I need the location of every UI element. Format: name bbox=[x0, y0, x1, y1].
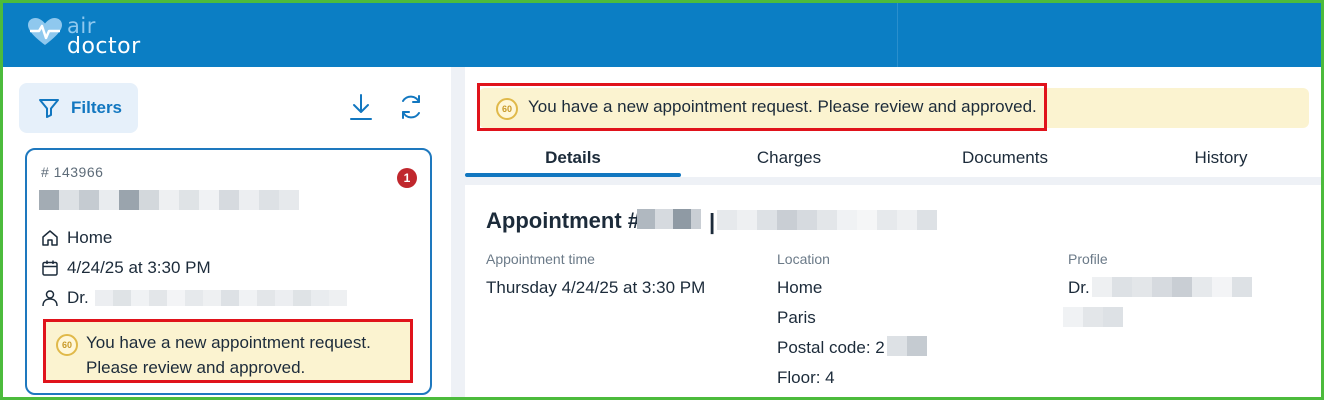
card-datetime-row: 4/24/25 at 3:30 PM bbox=[41, 258, 211, 278]
tabs-divider bbox=[465, 177, 1321, 185]
download-icon[interactable] bbox=[349, 93, 373, 121]
header-divider bbox=[897, 3, 898, 67]
air-doctor-logo[interactable]: air doctor bbox=[27, 14, 167, 59]
appointments-list-panel: Filters # 143966 1 Home 4/24/25 at 3:30 … bbox=[3, 67, 451, 397]
card-datetime: 4/24/25 at 3:30 PM bbox=[67, 258, 211, 277]
profile-doctor-prefix: Dr. bbox=[1068, 278, 1090, 297]
redacted-appointment-subtitle bbox=[717, 210, 937, 230]
countdown-timer-icon: 60 bbox=[56, 334, 78, 356]
redacted-profile-detail bbox=[1063, 307, 1123, 327]
card-alert-text: You have a new appointment request. Plea… bbox=[86, 330, 371, 380]
calendar-icon bbox=[42, 260, 58, 276]
tab-charges[interactable]: Charges bbox=[681, 137, 897, 179]
card-doctor-prefix: Dr. bbox=[67, 288, 89, 307]
card-location: Home bbox=[67, 228, 113, 247]
filters-label: Filters bbox=[71, 98, 123, 117]
location-line: Home bbox=[777, 278, 823, 297]
location-line: Paris bbox=[777, 308, 816, 327]
redacted-doctor-name bbox=[95, 290, 347, 306]
appointment-time-label: Appointment time bbox=[486, 251, 595, 267]
banner-highlight: 60 You have a new appointment request. P… bbox=[477, 83, 1047, 131]
location-label: Location bbox=[777, 251, 830, 267]
redacted-patient-name bbox=[39, 190, 299, 210]
card-location-row: Home bbox=[41, 228, 112, 248]
appointment-title-prefix: Appointment # bbox=[486, 208, 640, 233]
appointment-detail-panel: 60 You have a new appointment request. P… bbox=[465, 67, 1321, 397]
refresh-icon[interactable] bbox=[398, 93, 424, 121]
tab-documents[interactable]: Documents bbox=[897, 137, 1113, 179]
tab-history[interactable]: History bbox=[1113, 137, 1324, 179]
card-doctor-row: Dr. bbox=[41, 288, 89, 308]
appointment-card[interactable]: # 143966 1 Home 4/24/25 at 3:30 PM Dr. 6… bbox=[25, 148, 432, 395]
profile-label: Profile bbox=[1068, 251, 1108, 267]
heart-pulse-icon bbox=[28, 18, 62, 45]
top-bar: air doctor bbox=[3, 3, 1321, 67]
appointment-id: # 143966 bbox=[41, 164, 104, 180]
appointment-title: Appointment # bbox=[486, 208, 640, 234]
location-line: Floor: 4 bbox=[777, 368, 835, 387]
card-appointment-request-alert: 60 You have a new appointment request. P… bbox=[43, 319, 413, 383]
filters-button[interactable]: Filters bbox=[19, 83, 138, 133]
redacted-appointment-number bbox=[637, 209, 701, 229]
logo-text-doctor: doctor bbox=[67, 34, 141, 59]
countdown-timer-icon: 60 bbox=[496, 98, 518, 120]
location-line: Postal code: 2 bbox=[777, 338, 885, 357]
banner-text: You have a new appointment request. Plea… bbox=[528, 97, 1037, 116]
notification-badge: 1 bbox=[397, 168, 417, 188]
title-separator: | bbox=[709, 209, 716, 234]
person-icon bbox=[42, 290, 58, 307]
filter-funnel-icon bbox=[39, 99, 59, 118]
redacted-postal-code bbox=[887, 336, 927, 356]
home-icon bbox=[42, 230, 58, 246]
panel-separator bbox=[451, 67, 465, 397]
card-alert-line-2: Please review and approved. bbox=[86, 358, 306, 377]
card-alert-line-1: You have a new appointment request. bbox=[86, 333, 371, 352]
appointment-time-value: Thursday 4/24/25 at 3:30 PM bbox=[486, 278, 706, 297]
redacted-profile-name bbox=[1092, 277, 1252, 297]
